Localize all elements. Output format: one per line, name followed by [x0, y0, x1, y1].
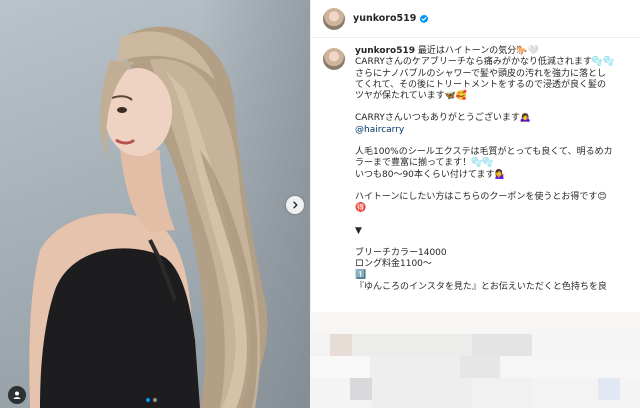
post-photo[interactable] [0, 0, 310, 408]
caption-text: yunkoro519 最近はハイトーンの気分🐎🤍 CARRYさんのケアブリーチな… [355, 46, 623, 293]
user-tag-icon [13, 391, 21, 399]
carousel-indicator [146, 398, 157, 402]
tagged-users-button[interactable] [8, 386, 26, 404]
verified-badge-icon [419, 14, 429, 24]
caption-area: yunkoro519 最近はハイトーンの気分🐎🤍 CARRYさんのケアブリーチな… [311, 38, 640, 293]
caption-avatar[interactable] [323, 48, 345, 70]
caption-line: ハイトーンにしたい方はこちらのクーポンを使うとお得です😊 [355, 191, 607, 202]
caption-line: さらにナノバブルのシャワーで髪や頭皮の汚れを強力に落とし [355, 68, 607, 79]
caption-line: いつも80〜90本くらい付けてます💁‍♀️ [355, 169, 506, 180]
caption-line: 🉐 [355, 203, 367, 214]
avatar[interactable] [323, 7, 345, 30]
caption-line: ツヤが保たれています🦋🥰 [355, 91, 468, 102]
caption-line: 人毛100%のシールエクステは毛質がとっても良くて、明るめカ [355, 147, 613, 158]
caption-username[interactable]: yunkoro519 [355, 46, 415, 56]
post-username[interactable]: yunkoro519 [353, 13, 416, 24]
chevron-right-icon [293, 201, 298, 209]
caption-line: ブリーチカラー14000 [355, 247, 447, 258]
caption-line: ▼ [355, 225, 362, 236]
carousel-dot-active [146, 398, 150, 402]
mention-link[interactable]: @haircarry [355, 125, 623, 136]
caption-line: 最近はハイトーンの気分🐎🤍 [415, 46, 539, 56]
caption-line: てくれて、その後にトリートメントをするので浸透が良く髪の [355, 79, 607, 90]
blurred-comments-area [310, 312, 640, 408]
caption-line: 1️⃣ [355, 270, 367, 281]
caption-line: ラーまで豊富に揃ってます！🫧🫧 [355, 158, 494, 169]
caption-line: 『ゆんころのインスタを見た』とお伝えいただくと色持ちを良 [355, 281, 607, 292]
portrait-illustration [29, 26, 268, 408]
carousel-dot [153, 398, 157, 402]
caption-line: CARRYさんのケアブリーチなら痛みがかなり低減されます🫧🫧 [355, 57, 615, 68]
next-slide-button[interactable] [286, 196, 304, 214]
post-header: yunkoro519 [311, 0, 640, 38]
caption-line: CARRYさんいつもありがとうございます🙇‍♀️ [355, 113, 532, 124]
caption-line: ロング料金1100〜 [355, 259, 432, 270]
